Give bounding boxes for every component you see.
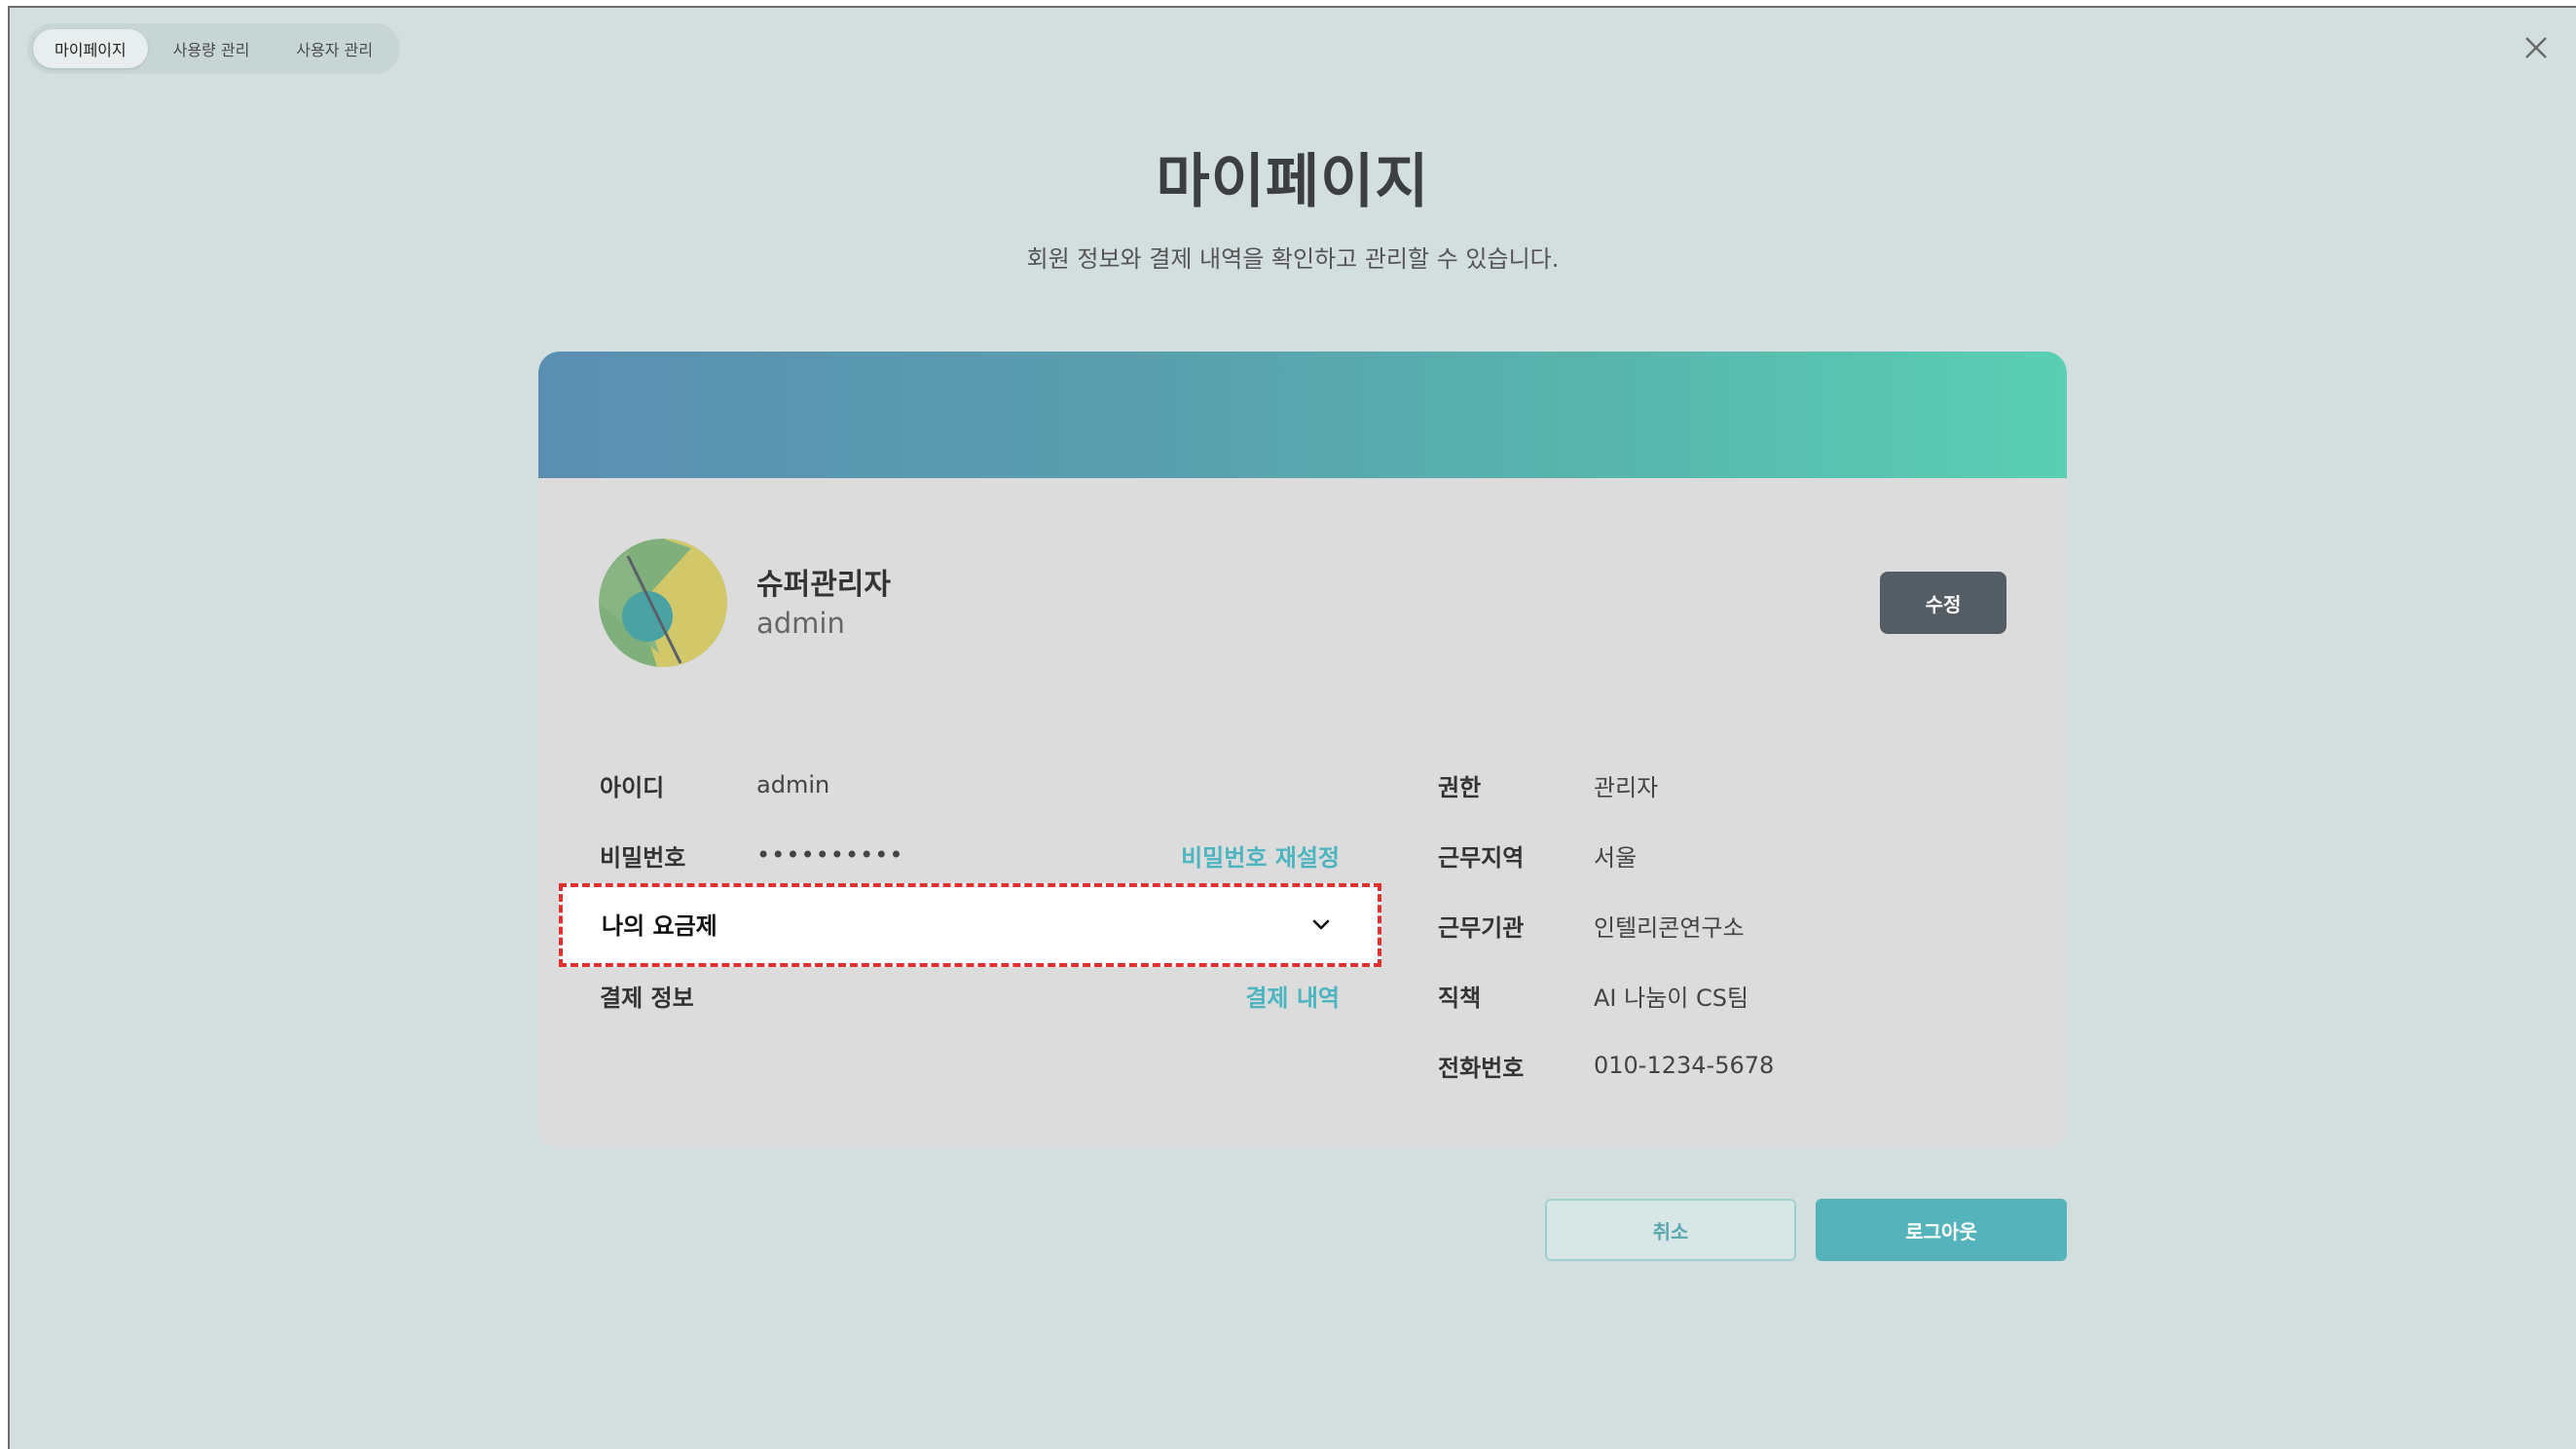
payment-history-link[interactable]: 결제 내역 bbox=[1245, 979, 1340, 1013]
id-value: admin bbox=[756, 771, 830, 799]
cancel-button[interactable]: 취소 bbox=[1545, 1199, 1796, 1261]
profile-name: 슈퍼관리자 bbox=[756, 568, 891, 602]
page-subtitle: 회원 정보와 결제 내역을 확인하고 관리할 수 있습니다. bbox=[1026, 245, 1560, 273]
role-value-row: 관리자 bbox=[1594, 765, 1658, 804]
phone-value: 010-1234-5678 bbox=[1594, 1052, 1775, 1079]
organization-value: 인텔리콘연구소 bbox=[1594, 913, 1745, 942]
position-label: 직책 bbox=[1438, 984, 1482, 1012]
payment-row: 결제 정보 bbox=[600, 976, 694, 1015]
organization-label: 근무기관 bbox=[1438, 913, 1525, 942]
password-row: 비밀번호 bbox=[600, 836, 685, 874]
password-value: •••••••••• bbox=[756, 841, 904, 869]
page-title: 마이페이지 bbox=[1156, 148, 1430, 216]
payment-label: 결제 정보 bbox=[600, 984, 694, 1012]
logout-button[interactable]: 로그아웃 bbox=[1816, 1199, 2067, 1261]
phone-value-row: 010-1234-5678 bbox=[1594, 1046, 1774, 1085]
tab-user-management[interactable]: 사용자 관리 bbox=[275, 29, 394, 68]
role-label: 권한 bbox=[1438, 773, 1482, 801]
tab-usage-management[interactable]: 사용량 관리 bbox=[152, 29, 272, 68]
role-row: 권한 bbox=[1438, 765, 1481, 804]
edit-button[interactable]: 수정 bbox=[1880, 572, 2006, 634]
chevron-down-icon[interactable] bbox=[1309, 912, 1333, 936]
position-value-row: AI 나눔이 CS팀 bbox=[1594, 976, 1748, 1015]
my-plan-label: 나의 요금제 bbox=[602, 912, 718, 940]
password-reset-row: 비밀번호 재설정 bbox=[1181, 836, 1340, 874]
region-value: 서울 bbox=[1594, 843, 1638, 872]
payment-history-row: 결제 내역 bbox=[1245, 976, 1340, 1015]
profile-username: admin bbox=[756, 607, 845, 640]
position-row: 직책 bbox=[1438, 976, 1481, 1015]
id-label: 아이디 bbox=[600, 773, 665, 801]
id-value-row: admin bbox=[756, 765, 829, 804]
top-tab-bar: 마이페이지 사용량 관리 사용자 관리 bbox=[27, 23, 400, 74]
phone-row: 전화번호 bbox=[1438, 1046, 1524, 1085]
organization-row: 근무기관 bbox=[1438, 906, 1524, 945]
password-label: 비밀번호 bbox=[600, 843, 686, 872]
my-plan-dropdown[interactable]: 나의 요금제 bbox=[559, 883, 1381, 967]
tab-mypage[interactable]: 마이페이지 bbox=[33, 29, 148, 68]
region-label: 근무지역 bbox=[1438, 843, 1525, 872]
id-row: 아이디 bbox=[600, 765, 664, 804]
avatar bbox=[599, 539, 727, 667]
password-value-row: •••••••••• bbox=[756, 836, 904, 874]
close-icon[interactable] bbox=[2520, 31, 2553, 64]
card-banner bbox=[538, 352, 2067, 478]
region-value-row: 서울 bbox=[1594, 836, 1637, 874]
role-value: 관리자 bbox=[1594, 773, 1659, 801]
phone-label: 전화번호 bbox=[1438, 1054, 1525, 1082]
region-row: 근무지역 bbox=[1438, 836, 1524, 874]
position-value: AI 나눔이 CS팀 bbox=[1594, 984, 1749, 1012]
organization-value-row: 인텔리콘연구소 bbox=[1594, 906, 1745, 945]
password-reset-link[interactable]: 비밀번호 재설정 bbox=[1181, 838, 1340, 873]
app-window: 마이페이지 사용량 관리 사용자 관리 마이페이지 회원 정보와 결제 내역을 … bbox=[8, 6, 2576, 1449]
profile-card: 슈퍼관리자 admin 수정 아이디 admin 비밀번호 ••••••••••… bbox=[538, 352, 2067, 1148]
